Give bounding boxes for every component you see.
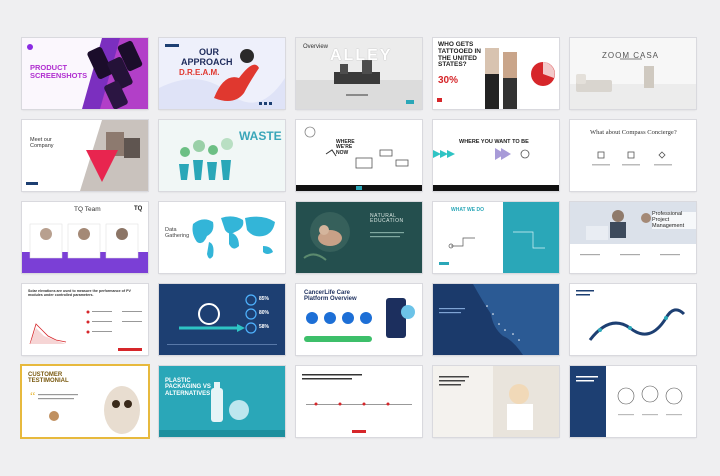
slide-where-want[interactable]: WHERE YOU WANT TO BE [433, 120, 559, 191]
slide-title: CancerLife Care Platform Overview [304, 290, 357, 303]
slide-grid: PRODUCT SCREENSHOTS OUR APPROACH D.R.E.A… [22, 38, 696, 437]
slide-natural-education[interactable]: NATURAL EDUCATION [296, 202, 422, 273]
slide-artwork [433, 366, 559, 437]
slide-title: Meet our Company [30, 137, 54, 149]
slide-coastline-map[interactable] [433, 284, 559, 355]
slide-artwork [159, 366, 285, 437]
slide-artwork [159, 284, 285, 355]
slide-customer-testimonial[interactable]: “ CUSTOMER TESTIMONIAL [22, 366, 148, 437]
slide-project-management[interactable]: Professional Project Management [570, 202, 696, 273]
slide-stat-3: 58% [259, 324, 270, 330]
slide-meet-company[interactable]: Meet our Company [22, 120, 148, 191]
slide-title-line-2: APPROACH [181, 57, 233, 67]
slide-artwork [22, 120, 148, 191]
slide-title: Overview [303, 44, 329, 50]
slide-title: Solar elevations are used to measure the… [28, 289, 131, 297]
slide-title: WHERE WE'RE NOW [336, 139, 355, 156]
slide-compass-concierge[interactable]: What about Compass Concierge? [570, 120, 696, 191]
slide-artwork [433, 284, 559, 355]
slide-title: What about Compass Concierge? [590, 129, 677, 136]
slide-artwork [570, 284, 696, 355]
slide-stat: 30% [438, 75, 459, 86]
slide-title: Professional Project Management [652, 211, 696, 230]
slide-cancerlife[interactable]: CancerLife Care Platform Overview [296, 284, 422, 355]
slide-title: WHERE YOU WANT TO BE [459, 139, 529, 145]
slide-artwork [296, 366, 422, 437]
slide-artwork [570, 38, 696, 109]
slide-our-approach[interactable]: OUR APPROACH D.R.E.A.M. [159, 38, 285, 109]
slide-artwork [570, 366, 696, 437]
slide-waste[interactable]: WASTE [159, 120, 285, 191]
slide-title: CUSTOMER TESTIMONIAL [28, 372, 69, 385]
slide-data-gathering[interactable]: Data Gathering [159, 202, 285, 273]
slide-plastic-packaging[interactable]: PLASTIC PACKAGING VS ALTERNATIVES [159, 366, 285, 437]
slide-where-now[interactable]: WHERE WE'RE NOW [296, 120, 422, 191]
slide-title: PRODUCT SCREENSHOTS [30, 63, 88, 80]
slide-title: TQ Team [74, 206, 101, 213]
svg-text:“: “ [30, 389, 35, 403]
slide-timeline-curve[interactable] [570, 284, 696, 355]
slide-child-photo[interactable] [433, 366, 559, 437]
slide-title: WASTE [239, 129, 282, 143]
slide-title: ZOOM CASA [602, 51, 660, 60]
slide-overview[interactable]: Overview ALLEY [296, 38, 422, 109]
slide-stat-2: 80% [259, 310, 270, 316]
slide-tq-team[interactable]: TQ Team TQ [22, 202, 148, 273]
slide-stat-1: 85% [259, 296, 270, 302]
slide-title: PLASTIC PACKAGING VS ALTERNATIVES [165, 378, 211, 397]
slide-product-screenshots[interactable]: PRODUCT SCREENSHOTS [22, 38, 148, 109]
slide-what-we-do[interactable]: WHAT WE DO [433, 202, 559, 273]
slide-artwork [296, 202, 422, 273]
slide-title-line-3: D.R.E.A.M. [179, 68, 220, 77]
slide-solar-elevations[interactable]: Solar elevations are used to measure the… [22, 284, 148, 355]
slide-title: WHO GETS TATTOOED IN THE UNITED STATES? [438, 41, 481, 69]
slide-navy-sidebar[interactable] [570, 366, 696, 437]
slide-title: WHAT WE DO [451, 207, 484, 213]
slide-title: Data Gathering [165, 227, 190, 239]
slide-navy-stats[interactable]: 85% 80% 58% [159, 284, 285, 355]
slide-title: NATURAL EDUCATION [370, 213, 404, 225]
slide-timeline-line[interactable] [296, 366, 422, 437]
slide-artwork [159, 38, 285, 109]
slide-watermark-word: ALLEY [330, 47, 393, 64]
slide-tattoo-stats[interactable]: WHO GETS TATTOOED IN THE UNITED STATES? … [433, 38, 559, 109]
slide-artwork [433, 120, 559, 191]
slide-zoom-casa[interactable]: ZOOM CASA [570, 38, 696, 109]
slide-logo: TQ [134, 206, 143, 212]
